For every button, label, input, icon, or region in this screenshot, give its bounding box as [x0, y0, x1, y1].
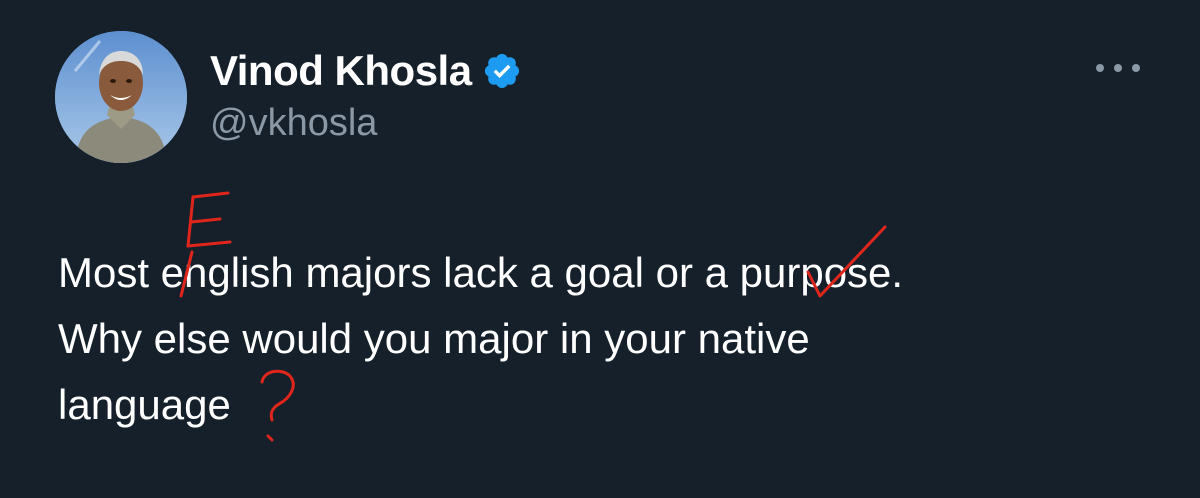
avatar[interactable]: [55, 31, 187, 163]
author-name-row: Vinod Khosla: [210, 46, 522, 96]
author-display-name[interactable]: Vinod Khosla: [210, 50, 472, 92]
tweet-text-line-3: language: [58, 381, 231, 428]
more-options-icon[interactable]: [1096, 56, 1140, 80]
tweet-text-line-1: Most english majors lack a goal or a pur…: [58, 249, 904, 296]
author-handle[interactable]: @vkhosla: [210, 104, 377, 142]
dot: [1114, 64, 1122, 72]
verified-badge-icon[interactable]: [482, 51, 522, 91]
tweet-card: Vinod Khosla @vkhosla Most english major…: [0, 0, 1200, 498]
tweet-text-line-2: Why else would you major in your native: [58, 315, 810, 362]
dot: [1096, 64, 1104, 72]
tweet-text: Most english majors lack a goal or a pur…: [58, 240, 1168, 438]
profile-photo-icon: [55, 31, 187, 163]
dot: [1132, 64, 1140, 72]
